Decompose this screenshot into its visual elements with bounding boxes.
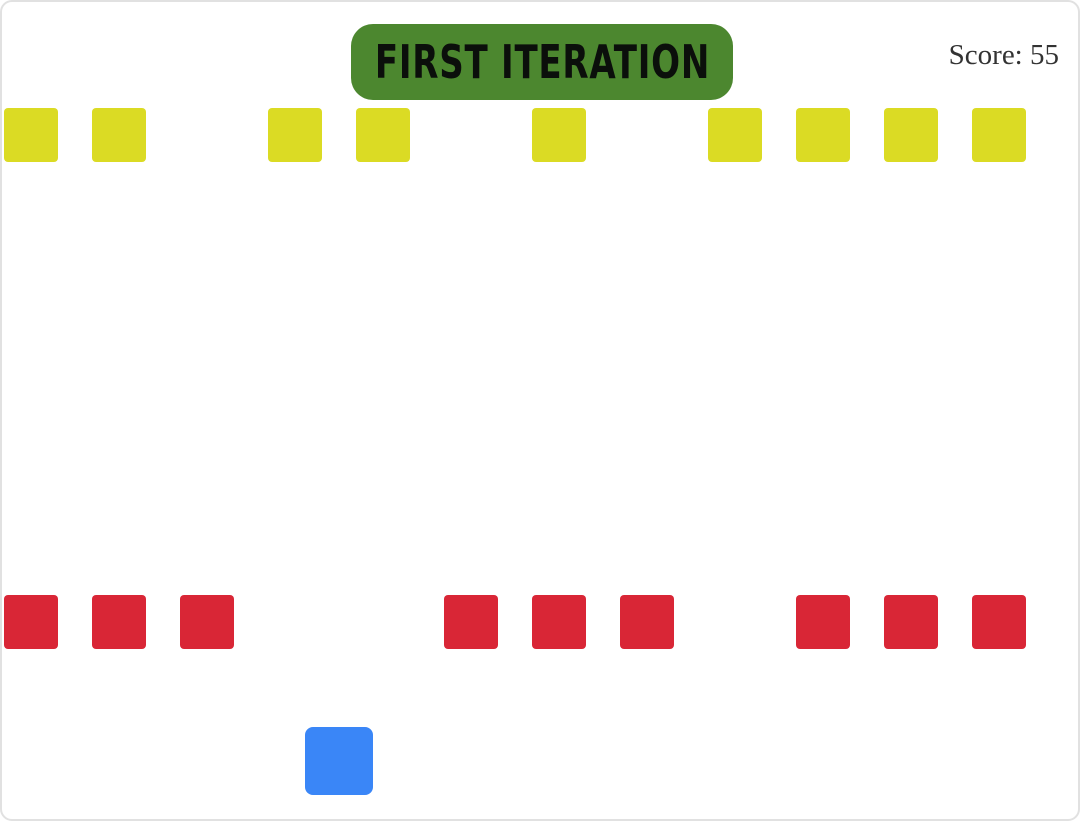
red-block bbox=[4, 595, 58, 649]
score-display: Score: 55 bbox=[948, 39, 1059, 71]
title-badge: FIRST ITERATION bbox=[351, 24, 733, 100]
red-block bbox=[884, 595, 938, 649]
yellow-block bbox=[4, 108, 58, 162]
game-canvas[interactable]: FIRST ITERATION Score: 55 bbox=[0, 0, 1080, 821]
yellow-block bbox=[356, 108, 410, 162]
red-block bbox=[532, 595, 586, 649]
red-block bbox=[796, 595, 850, 649]
yellow-block bbox=[884, 108, 938, 162]
yellow-block bbox=[972, 108, 1026, 162]
red-block bbox=[180, 595, 234, 649]
yellow-block bbox=[708, 108, 762, 162]
yellow-block bbox=[268, 108, 322, 162]
game-title: FIRST ITERATION bbox=[374, 35, 710, 89]
yellow-block bbox=[92, 108, 146, 162]
red-block bbox=[620, 595, 674, 649]
player-block-icon bbox=[305, 727, 373, 795]
red-block bbox=[444, 595, 498, 649]
red-block bbox=[92, 595, 146, 649]
yellow-block bbox=[796, 108, 850, 162]
yellow-block bbox=[532, 108, 586, 162]
red-block bbox=[972, 595, 1026, 649]
